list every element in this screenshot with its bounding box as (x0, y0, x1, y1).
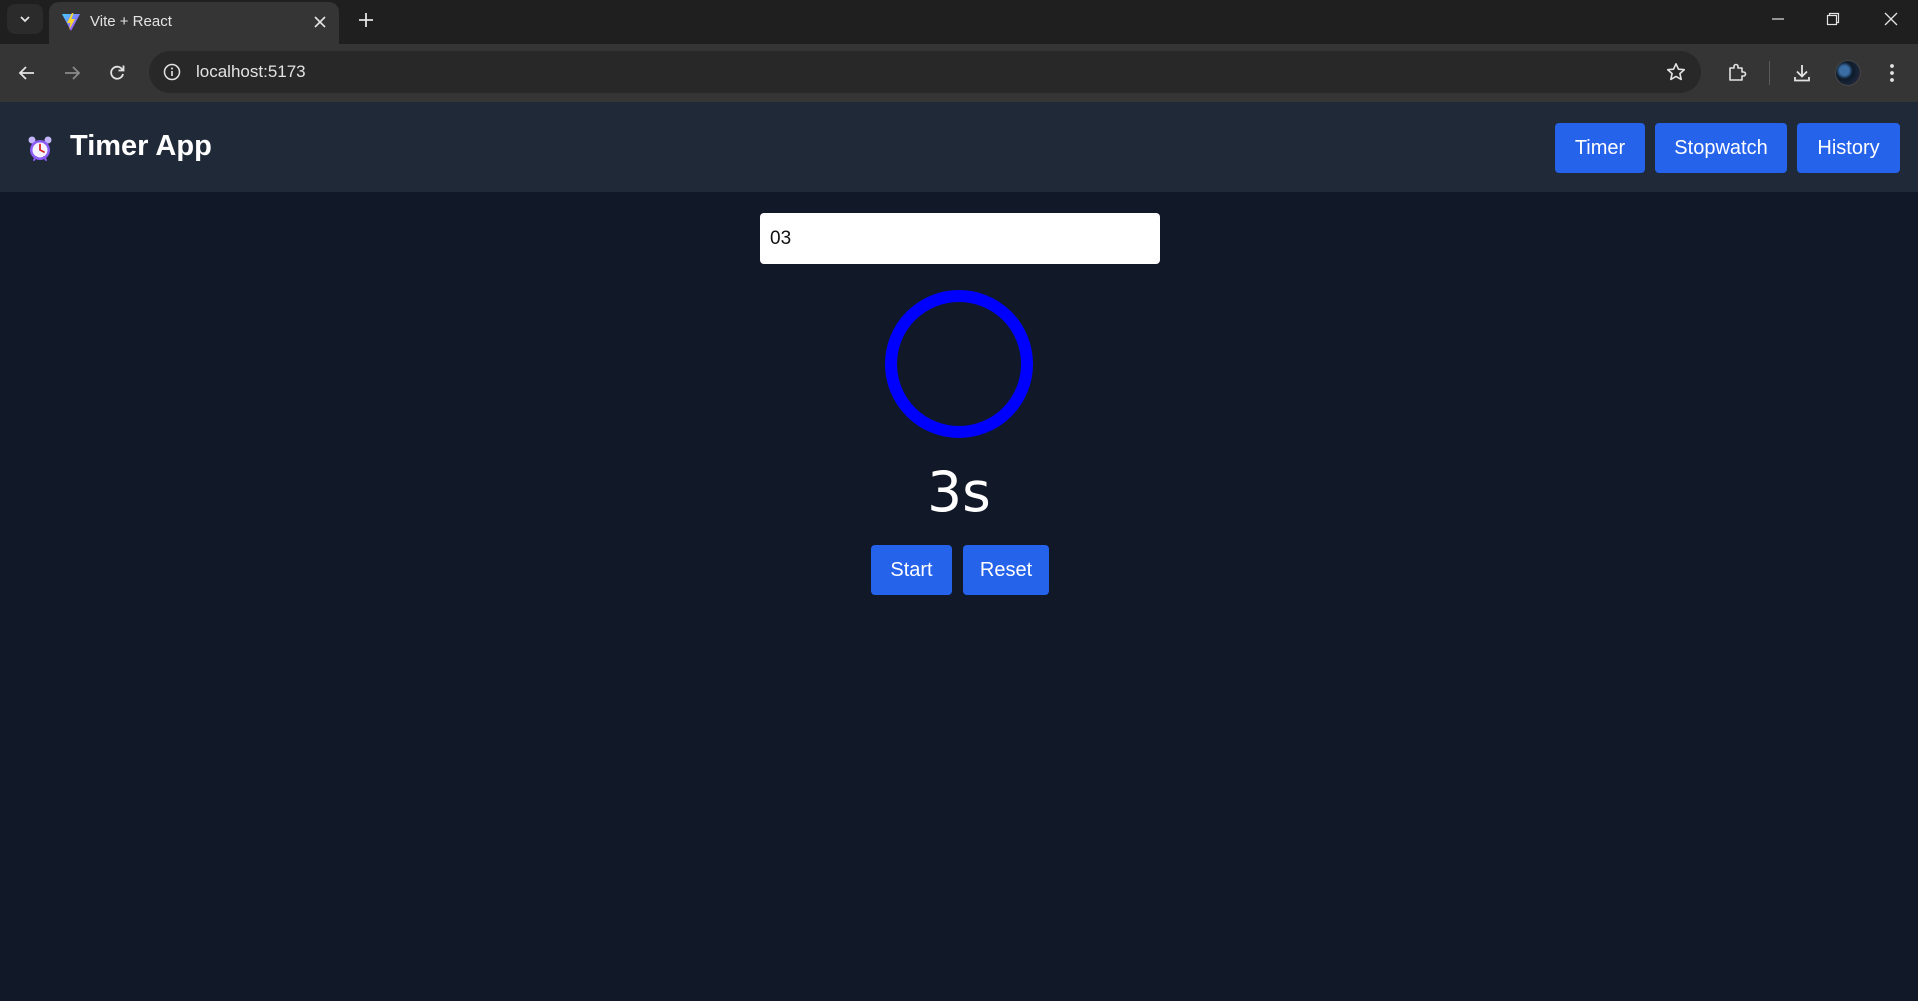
restore-icon (1826, 12, 1840, 26)
back-button[interactable] (12, 58, 42, 88)
tab-search-button[interactable] (7, 4, 43, 34)
app-header: Timer App Timer Stopwatch History (0, 102, 1918, 192)
close-window-button[interactable] (1868, 4, 1914, 34)
vite-logo-icon (62, 13, 80, 31)
star-icon (1666, 63, 1686, 81)
site-info-button[interactable] (161, 61, 183, 83)
minimize-icon (1772, 18, 1784, 20)
more-vertical-icon (1890, 64, 1894, 82)
download-icon (1794, 65, 1810, 82)
duration-input[interactable] (760, 213, 1160, 264)
app-title: Timer App (70, 130, 212, 162)
tab-history[interactable]: History (1797, 123, 1900, 173)
progress-ring (885, 290, 1033, 438)
tab-title: Vite + React (90, 13, 172, 30)
plus-icon (359, 13, 373, 27)
toolbar-divider (1769, 61, 1770, 85)
browser-toolbar: localhost:5173 (0, 44, 1918, 102)
close-icon (314, 16, 326, 28)
tab-close-button[interactable] (309, 11, 331, 33)
profile-button[interactable] (1833, 58, 1863, 88)
reload-button[interactable] (102, 58, 132, 88)
chevron-down-icon (20, 16, 30, 23)
tab-stopwatch[interactable]: Stopwatch (1655, 123, 1787, 173)
puzzle-icon (1729, 63, 1747, 81)
arrow-right-icon (65, 66, 81, 80)
close-icon (1884, 12, 1898, 26)
tab-timer[interactable]: Timer (1555, 123, 1645, 173)
browser-tab[interactable]: Vite + React (49, 2, 339, 44)
minimize-button[interactable] (1755, 4, 1801, 34)
address-bar[interactable]: localhost:5173 (149, 51, 1701, 93)
url-text: localhost:5173 (196, 62, 306, 81)
new-tab-button[interactable] (352, 6, 380, 34)
info-icon (163, 63, 181, 81)
reload-icon (110, 65, 125, 80)
extensions-button[interactable] (1722, 58, 1752, 88)
alarm-clock-icon (28, 136, 52, 161)
arrow-left-icon (18, 66, 34, 80)
downloads-button[interactable] (1787, 58, 1817, 88)
bookmark-button[interactable] (1665, 61, 1687, 83)
forward-button[interactable] (57, 58, 87, 88)
browser-menu-button[interactable] (1877, 58, 1907, 88)
time-remaining-display: 3s (927, 460, 991, 524)
browser-tab-strip: Vite + React (0, 0, 1918, 44)
start-button[interactable]: Start (871, 545, 952, 595)
reset-button[interactable]: Reset (963, 545, 1049, 595)
avatar (1835, 60, 1861, 86)
restore-button[interactable] (1810, 4, 1856, 34)
